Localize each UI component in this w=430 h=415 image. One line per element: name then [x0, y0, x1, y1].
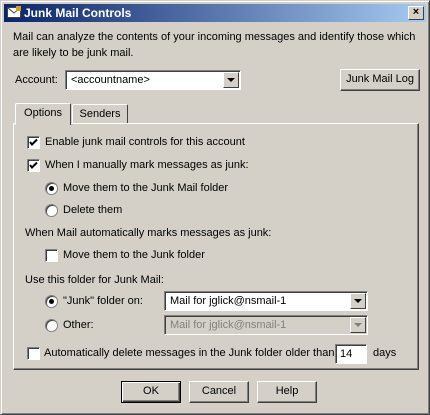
checkmark-icon	[29, 138, 38, 146]
auto-mark-heading: When Mail automatically marks messages a…	[25, 227, 272, 239]
other-folder-dropdown: Mail for jglick@nsmail-1	[164, 315, 368, 335]
junk-folder-on-radio[interactable]	[45, 295, 58, 308]
title-bar[interactable]: Junk Mail Controls ×	[4, 4, 426, 22]
checkmark-icon	[29, 161, 38, 169]
help-button[interactable]: Help	[257, 381, 317, 403]
auto-delete-label[interactable]: Automatically delete messages in the Jun…	[44, 347, 334, 359]
folder-heading: Use this folder for Junk Mail:	[25, 274, 164, 286]
auto-move-checkbox[interactable]	[45, 249, 58, 262]
tab-senders[interactable]: Senders	[72, 104, 128, 124]
chevron-down-icon[interactable]	[223, 72, 239, 88]
tab-options[interactable]: Options	[15, 103, 71, 125]
account-label: Account:	[15, 74, 58, 86]
manual-mark-checkbox[interactable]	[27, 159, 40, 172]
enable-junk-label[interactable]: Enable junk mail controls for this accou…	[45, 136, 245, 148]
junk-folder-on-label[interactable]: "Junk" folder on:	[63, 295, 143, 307]
other-folder-label[interactable]: Other:	[63, 319, 94, 331]
junk-mail-controls-dialog: Junk Mail Controls × Mail can analyze th…	[0, 0, 430, 415]
chevron-down-icon	[350, 317, 366, 333]
close-icon: ×	[412, 6, 420, 18]
radio-selected-dot	[49, 299, 54, 304]
account-dropdown-value: <accountname>	[71, 74, 150, 86]
manual-mark-label[interactable]: When I manually mark messages as junk:	[45, 159, 249, 171]
ok-button[interactable]: OK	[121, 381, 181, 403]
radio-selected-dot	[49, 186, 54, 191]
days-input-value: 14	[340, 348, 353, 360]
delete-them-label[interactable]: Delete them	[63, 204, 122, 216]
move-to-junk-mail-label[interactable]: Move them to the Junk Mail folder	[63, 182, 228, 194]
days-input[interactable]: 14	[335, 344, 367, 364]
auto-move-label[interactable]: Move them to the Junk folder	[63, 249, 205, 261]
window-title: Junk Mail Controls	[24, 6, 132, 20]
intro-text: Mail can analyze the contents of your in…	[13, 31, 416, 59]
other-folder-radio[interactable]	[45, 319, 58, 332]
auto-delete-checkbox[interactable]	[27, 347, 40, 360]
junk-folder-dropdown[interactable]: Mail for jglick@nsmail-1	[164, 291, 368, 311]
move-to-junk-mail-radio[interactable]	[45, 182, 58, 195]
other-folder-dropdown-value: Mail for jglick@nsmail-1	[170, 319, 287, 331]
account-dropdown[interactable]: <accountname>	[65, 70, 241, 90]
close-button[interactable]: ×	[408, 6, 424, 20]
enable-junk-checkbox[interactable]	[27, 136, 40, 149]
junk-folder-dropdown-value: Mail for jglick@nsmail-1	[170, 295, 287, 307]
days-label: days	[373, 347, 397, 359]
chevron-down-icon[interactable]	[350, 293, 366, 309]
mail-app-icon	[7, 6, 21, 18]
junk-mail-log-button[interactable]: Junk Mail Log	[340, 69, 420, 91]
delete-them-radio[interactable]	[45, 204, 58, 217]
cancel-button[interactable]: Cancel	[189, 381, 249, 403]
